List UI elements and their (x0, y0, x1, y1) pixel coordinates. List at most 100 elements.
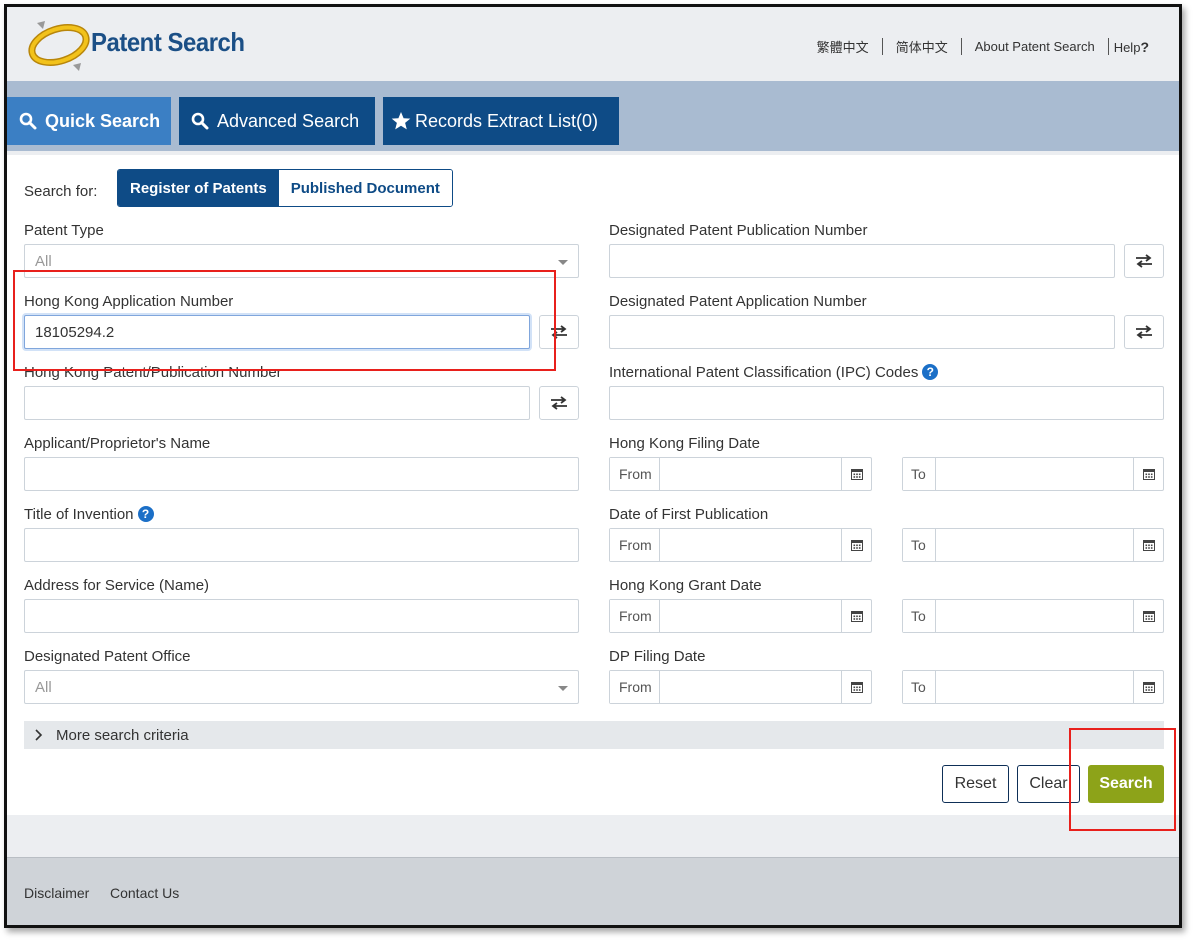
help-question-icon: ? (1140, 38, 1149, 55)
to-addon: To (903, 671, 936, 703)
tab-advanced-search[interactable]: Advanced Search (179, 97, 375, 145)
help-circle-icon[interactable]: ? (137, 506, 154, 522)
first-publication-date-label: Date of First Publication (609, 506, 769, 523)
top-links: 繁體中文 简体中文 About Patent Search Help? (817, 37, 1149, 56)
hk-application-number-input[interactable]: 18105294.2 (24, 315, 530, 349)
hk-application-number-label: Hong Kong Application Number (24, 293, 234, 310)
address-for-service-label: Address for Service (Name) (24, 577, 210, 594)
patent-type-select[interactable]: All (24, 244, 579, 278)
applicant-name-input[interactable] (24, 457, 579, 491)
search-button[interactable]: Search (1088, 765, 1164, 803)
chevron-down-icon (558, 686, 568, 691)
more-search-criteria-label: More search criteria (56, 726, 189, 744)
swap-button[interactable] (539, 386, 579, 420)
clear-button[interactable]: Clear (1017, 765, 1080, 803)
date-input[interactable] (660, 529, 841, 561)
dp-publication-number-input[interactable] (609, 244, 1115, 278)
hk-filing-date-from[interactable]: From (609, 457, 872, 491)
hk-grant-date-from[interactable]: From (609, 599, 872, 633)
reset-button[interactable]: Reset (942, 765, 1009, 803)
swap-button[interactable] (1124, 244, 1164, 278)
dp-filing-date-from[interactable]: From (609, 670, 872, 704)
search-icon (191, 112, 209, 130)
hk-patent-number-input[interactable] (24, 386, 530, 420)
calendar-icon[interactable] (841, 671, 871, 703)
calendar-icon[interactable] (1133, 671, 1163, 703)
link-simplified-chinese[interactable]: 简体中文 (896, 37, 948, 56)
ipc-codes-text: International Patent Classification (IPC… (609, 364, 919, 381)
to-addon: To (903, 529, 936, 561)
hk-filing-date-to[interactable]: To (902, 457, 1164, 491)
spacer-band (7, 815, 1179, 857)
option-register-of-patents[interactable]: Register of Patents (118, 170, 279, 206)
date-input[interactable] (936, 671, 1133, 703)
more-search-criteria-toggle[interactable]: More search criteria (24, 721, 1164, 749)
link-about[interactable]: About Patent Search (975, 39, 1095, 54)
tab-label: Quick Search (45, 110, 161, 131)
dp-publication-number-label: Designated Patent Publication Number (609, 222, 868, 239)
from-addon: From (610, 600, 660, 632)
contact-us-link[interactable]: Contact Us (110, 885, 179, 901)
link-traditional-chinese[interactable]: 繁體中文 (817, 37, 869, 56)
swap-arrows-icon (1136, 254, 1152, 268)
tab-label: Records Extract List(0) (415, 110, 599, 131)
title-of-invention-text: Title of Invention (24, 506, 134, 523)
address-for-service-input[interactable] (24, 599, 579, 633)
link-help-label: Help (1113, 39, 1141, 55)
link-separator (960, 38, 962, 55)
search-icon (19, 112, 37, 130)
designated-patent-office-value: All (35, 679, 52, 696)
ipc-codes-input[interactable] (609, 386, 1164, 420)
hk-filing-date-label: Hong Kong Filing Date (609, 435, 760, 452)
footer: Disclaimer Contact Us (7, 857, 1179, 925)
browser-frame: Patent Search 繁體中文 简体中文 About Patent Sea… (4, 4, 1182, 928)
title-of-invention-input[interactable] (24, 528, 579, 562)
calendar-icon[interactable] (1133, 458, 1163, 490)
date-input[interactable] (936, 600, 1133, 632)
hk-application-number-value: 18105294.2 (35, 324, 115, 341)
swap-arrows-icon (551, 396, 567, 410)
help-circle-icon[interactable]: ? (922, 364, 939, 380)
to-addon: To (903, 600, 936, 632)
ipc-codes-label: International Patent Classification (IPC… (609, 364, 939, 381)
first-publication-date-to[interactable]: To (902, 528, 1164, 562)
link-help[interactable]: Help? (1114, 39, 1149, 55)
to-addon: To (903, 458, 936, 490)
search-for-toggle: Register of Patents Published Document (117, 169, 453, 207)
hk-patent-number-label: Hong Kong Patent/Publication Number (24, 364, 282, 381)
tab-label: Advanced Search (217, 110, 360, 131)
tab-bar: Quick Search Advanced Search Records Ext… (7, 81, 1179, 151)
designated-patent-office-label: Designated Patent Office (24, 648, 191, 665)
dp-application-number-input[interactable] (609, 315, 1115, 349)
calendar-icon[interactable] (1133, 529, 1163, 561)
tab-quick-search[interactable]: Quick Search (7, 97, 171, 145)
option-published-document[interactable]: Published Document (278, 170, 452, 206)
dp-filing-date-label: DP Filing Date (609, 648, 706, 665)
disclaimer-link[interactable]: Disclaimer (24, 885, 89, 901)
calendar-icon[interactable] (1133, 600, 1163, 632)
star-icon (391, 112, 411, 130)
brand-title: Patent Search (91, 27, 245, 57)
calendar-icon[interactable] (841, 458, 871, 490)
dp-filing-date-to[interactable]: To (902, 670, 1164, 704)
date-input[interactable] (936, 458, 1133, 490)
date-input[interactable] (660, 600, 841, 632)
calendar-icon[interactable] (841, 529, 871, 561)
title-of-invention-label: Title of Invention? (24, 506, 154, 523)
link-separator (881, 38, 883, 55)
designated-patent-office-select[interactable]: All (24, 670, 579, 704)
date-input[interactable] (660, 671, 841, 703)
patent-type-label: Patent Type (24, 222, 104, 239)
date-input[interactable] (660, 458, 841, 490)
swap-arrows-icon (1136, 325, 1152, 339)
dp-application-number-label: Designated Patent Application Number (609, 293, 867, 310)
hk-grant-date-to[interactable]: To (902, 599, 1164, 633)
swap-button[interactable] (1124, 315, 1164, 349)
first-publication-date-from[interactable]: From (609, 528, 872, 562)
calendar-icon[interactable] (841, 600, 871, 632)
tab-records-extract-list[interactable]: Records Extract List(0) (383, 97, 619, 145)
date-input[interactable] (936, 529, 1133, 561)
swap-button[interactable] (539, 315, 579, 349)
patent-search-logo-icon (28, 21, 90, 71)
search-form: Search for: Register of Patents Publishe… (7, 155, 1179, 815)
